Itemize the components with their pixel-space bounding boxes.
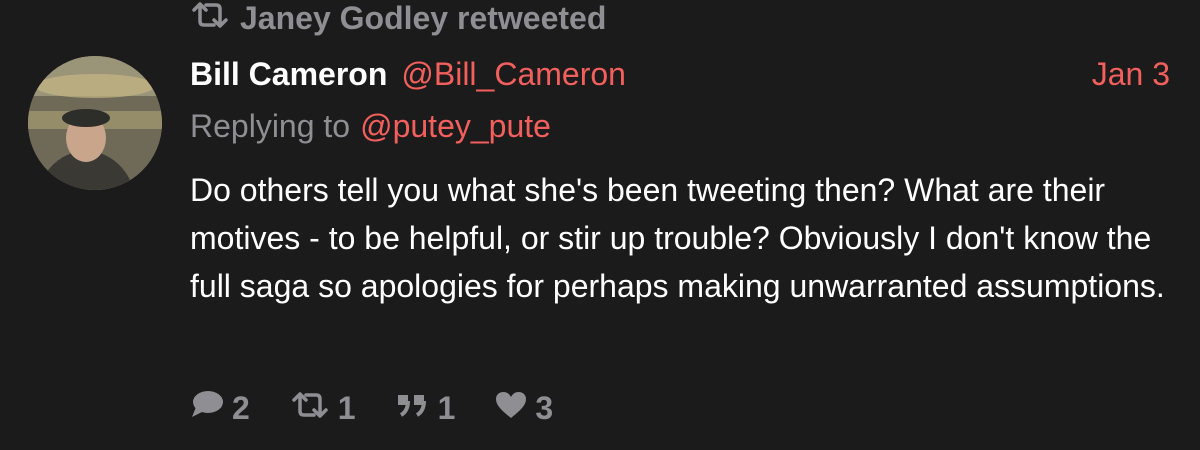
author-name[interactable]: Bill Cameron [190, 56, 387, 93]
tweet-header: Bill Cameron @Bill_Cameron Jan 3 [190, 52, 1170, 96]
reply-icon [190, 389, 232, 427]
retweet-button[interactable]: 1 [290, 390, 356, 427]
replying-to-handle[interactable]: @putey_pute [360, 108, 551, 145]
retweeted-by-banner[interactable]: Janey Godley retweeted [190, 0, 606, 36]
retweet-icon [290, 390, 338, 427]
quote-icon [396, 390, 438, 427]
quote-button[interactable]: 1 [396, 389, 456, 427]
like-count: 3 [535, 389, 554, 426]
like-button[interactable]: 3 [495, 390, 553, 427]
reply-button[interactable]: 2 [190, 389, 250, 427]
reply-count: 2 [232, 389, 250, 426]
retweeted-by-text: Janey Godley retweeted [240, 0, 607, 36]
quote-count: 1 [437, 389, 456, 426]
avatar[interactable] [28, 56, 162, 190]
retweet-count: 1 [337, 389, 356, 426]
replying-to-label: Replying to [190, 107, 351, 144]
tweet-text: Do others tell you what she's been tweet… [190, 172, 1165, 304]
tweet-date[interactable]: Jan 3 [1092, 56, 1170, 93]
replying-to: Replying to @putey_pute [190, 104, 551, 148]
heart-icon [495, 390, 535, 427]
author-handle[interactable]: @Bill_Cameron [401, 56, 626, 93]
tweet-actions: 2 1 1 3 [190, 388, 593, 428]
retweet-icon [190, 0, 240, 37]
